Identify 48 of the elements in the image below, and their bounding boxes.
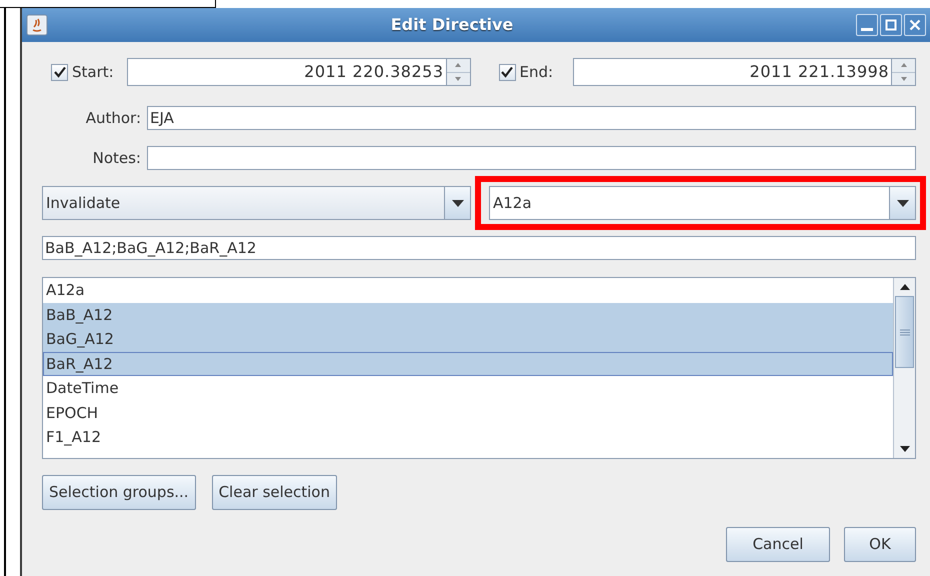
variable-list[interactable]: A12a BaB_A12 BaG_A12 BaR_A12 DateTime EPOCH F1_A12 <box>42 277 916 459</box>
scrollbar[interactable] <box>893 278 915 458</box>
list-item[interactable]: A12a <box>43 278 893 302</box>
cancel-button[interactable]: Cancel <box>726 527 830 562</box>
list-item[interactable]: BaB_A12 <box>43 302 893 327</box>
notes-field[interactable] <box>147 146 916 170</box>
up-arrow-icon <box>900 63 906 68</box>
author-field[interactable]: EJA <box>147 106 916 130</box>
close-icon <box>909 19 921 31</box>
notes-label: Notes: <box>92 148 142 169</box>
clear-selection-button[interactable]: Clear selection <box>212 475 337 510</box>
down-arrow-icon <box>455 76 461 81</box>
scrollbar-thumb[interactable] <box>895 296 914 368</box>
close-button[interactable] <box>904 14 926 36</box>
selection-field[interactable]: BaB_A12;BaG_A12;BaR_A12 <box>42 236 916 260</box>
maximize-button[interactable] <box>880 14 902 36</box>
list-item[interactable]: EPOCH <box>43 400 893 425</box>
spinner-buttons[interactable] <box>446 58 470 86</box>
java-icon <box>26 14 48 36</box>
checkmark-icon <box>54 66 66 78</box>
dropdown-arrow-icon <box>452 200 464 206</box>
window-title: Edit Directive <box>390 14 514 36</box>
checkbox[interactable] <box>51 64 68 80</box>
end-label: End: <box>518 62 554 83</box>
action-dropdown[interactable]: Invalidate <box>42 186 471 220</box>
checkbox[interactable] <box>498 64 516 80</box>
maximize-icon <box>885 19 897 31</box>
minimize-button[interactable] <box>856 14 878 36</box>
ok-button[interactable]: OK <box>844 527 916 562</box>
author-label: Author: <box>84 108 142 129</box>
list-item[interactable]: F1_A12 <box>43 425 893 450</box>
up-arrow-icon <box>900 284 910 290</box>
list-item[interactable]: BaG_A12 <box>43 327 893 352</box>
up-arrow-icon <box>455 63 461 68</box>
variable-dropdown[interactable]: A12a <box>489 186 916 220</box>
spinner-buttons[interactable] <box>892 58 916 86</box>
start-label: Start: <box>71 62 115 83</box>
dropdown-arrow-icon <box>896 200 908 206</box>
selection-groups-button[interactable]: Selection groups... <box>42 475 196 510</box>
checkmark-icon <box>501 66 513 78</box>
list-item[interactable]: DateTime <box>43 376 893 400</box>
down-arrow-icon <box>900 446 910 452</box>
minimize-icon <box>861 28 873 30</box>
date-field[interactable]: 2011 221.13998 <box>572 58 892 86</box>
date-field[interactable]: 2011 220.38253 <box>127 58 446 86</box>
down-arrow-icon <box>900 76 906 81</box>
grip-icon <box>900 328 910 336</box>
list-item[interactable]: BaR_A12 <box>43 352 893 376</box>
